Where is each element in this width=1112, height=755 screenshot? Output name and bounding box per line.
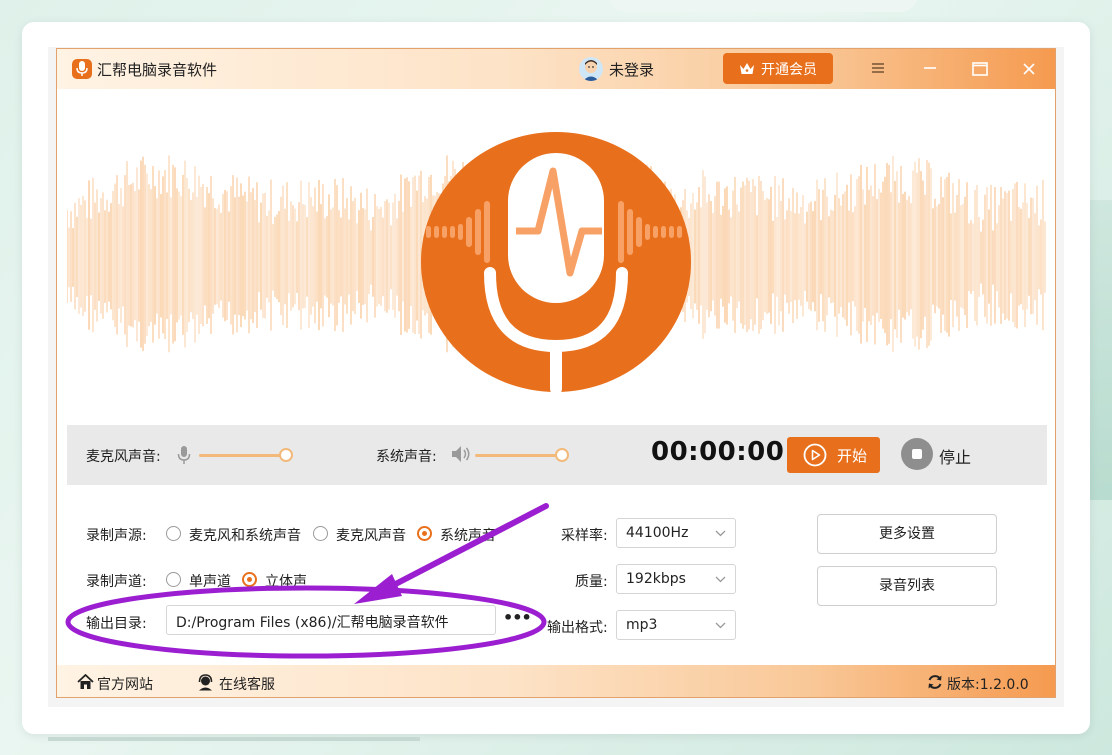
microphone-logo-icon	[421, 132, 691, 393]
mic-volume-slider-handle[interactable]	[279, 448, 294, 462]
mic-volume-slider-track[interactable]	[199, 454, 291, 457]
close-icon	[1023, 63, 1035, 75]
recording-timer: 00:00:00	[651, 437, 785, 467]
avatar[interactable]	[579, 57, 603, 81]
hero-banner	[67, 89, 1047, 425]
microphone-icon	[177, 446, 191, 464]
background-pill	[608, 0, 918, 12]
stop-icon[interactable]	[901, 438, 933, 470]
version-label[interactable]: 版本:1.2.0.0	[947, 674, 1029, 694]
source-option-2[interactable]: 系统声音	[440, 525, 496, 545]
mic-volume-label: 麦克风声音:	[86, 449, 161, 465]
channel-label: 录制声道:	[86, 574, 147, 590]
source-option-radio-1[interactable]	[313, 526, 328, 541]
quality-label: 质量:	[575, 574, 608, 590]
source-option-radio-0[interactable]	[166, 526, 181, 541]
minimize-icon	[924, 67, 936, 69]
format-label: 输出格式:	[547, 620, 608, 636]
format-select[interactable]: mp3	[616, 610, 736, 640]
output-dir-label: 输出目录:	[86, 616, 147, 632]
app-title: 汇帮电脑录音软件	[97, 61, 218, 79]
vip-button[interactable]: 开通会员	[723, 53, 833, 84]
online-support-link[interactable]: 在线客服	[219, 674, 275, 694]
quality-value: 192kbps	[626, 571, 686, 587]
start-button[interactable]: 开始	[787, 437, 880, 473]
chevron-down-icon	[715, 622, 726, 629]
title-bar: 汇帮电脑录音软件 未登录 开通会员	[57, 49, 1055, 89]
close-button[interactable]	[1014, 57, 1044, 81]
sample-rate-select[interactable]: 44100Hz	[616, 518, 736, 548]
footer-bar: 官方网站 在线客服 版本:1.2.0.0	[57, 665, 1055, 697]
browse-button[interactable]: •••	[503, 607, 532, 633]
play-icon	[803, 443, 827, 467]
quality-select[interactable]: 192kbps	[616, 564, 736, 594]
output-dir-input[interactable]: D:/Program Files (x86)/汇帮电脑录音软件	[166, 605, 496, 635]
menu-button[interactable]	[863, 57, 893, 81]
sample-rate-value: 44100Hz	[626, 525, 689, 541]
stop-button-label[interactable]: 停止	[939, 444, 971, 468]
channel-option-0[interactable]: 单声道	[189, 571, 231, 591]
channel-option-radio-1[interactable]	[242, 572, 257, 587]
maximize-icon	[972, 62, 988, 76]
app-window: 汇帮电脑录音软件 未登录 开通会员 麦克风声音: 系统声音: 00:00:00 …	[56, 48, 1056, 698]
source-option-radio-2[interactable]	[417, 526, 432, 541]
menu-icon	[872, 63, 884, 73]
crown-icon	[740, 63, 754, 74]
speaker-icon	[452, 446, 470, 462]
channel-option-1[interactable]: 立体声	[265, 571, 307, 591]
official-website-link[interactable]: 官方网站	[97, 674, 153, 694]
background-strip	[1090, 200, 1112, 500]
customer-service-icon	[198, 674, 213, 691]
chevron-down-icon	[715, 530, 726, 537]
record-list-button[interactable]: 录音列表	[817, 566, 997, 606]
format-value: mp3	[626, 617, 658, 633]
refresh-icon	[928, 675, 942, 689]
system-volume-slider-handle[interactable]	[555, 448, 570, 462]
vip-button-label: 开通会员	[761, 62, 817, 78]
source-label: 录制声源:	[86, 528, 147, 544]
maximize-button[interactable]	[964, 57, 994, 81]
more-settings-button[interactable]: 更多设置	[817, 514, 997, 554]
source-option-1[interactable]: 麦克风声音	[336, 525, 406, 545]
sample-rate-label: 采样率:	[561, 528, 608, 544]
source-option-0[interactable]: 麦克风和系统声音	[189, 525, 301, 545]
background-bottom-strip	[48, 737, 420, 741]
home-icon	[77, 674, 94, 689]
settings-panel: 录制声源: 麦克风和系统声音 麦克风声音 系统声音 录制声道: 单声道 立体声 …	[67, 485, 1047, 665]
recording-control-bar: 麦克风声音: 系统声音: 00:00:00 开始 停止	[67, 425, 1047, 485]
start-button-label: 开始	[837, 447, 868, 465]
login-status[interactable]: 未登录	[609, 59, 654, 80]
minimize-button[interactable]	[915, 57, 945, 81]
chevron-down-icon	[715, 576, 726, 583]
system-volume-label: 系统声音:	[376, 449, 437, 465]
system-volume-slider-track[interactable]	[475, 454, 567, 457]
channel-option-radio-0[interactable]	[166, 572, 181, 587]
app-logo-icon	[72, 59, 92, 79]
